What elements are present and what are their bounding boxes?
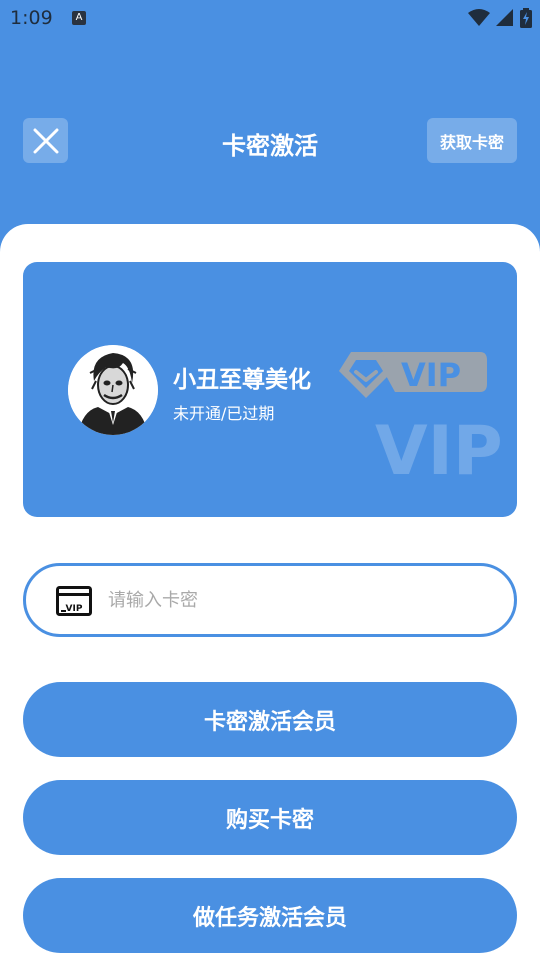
vip-card: 小丑至尊美化 未开通/已过期 VIP VIP bbox=[23, 262, 517, 517]
avatar bbox=[68, 345, 158, 435]
vip-card-icon-text: VIP bbox=[66, 604, 83, 614]
card-code-input[interactable] bbox=[108, 580, 488, 620]
content-sheet: 小丑至尊美化 未开通/已过期 VIP VIP VIP 请输入卡密 卡密激活会员 … bbox=[0, 224, 540, 960]
task-activate-button[interactable]: 做任务激活会员 bbox=[23, 878, 517, 953]
membership-status: 未开通/已过期 bbox=[173, 404, 275, 423]
card-code-field[interactable]: VIP bbox=[23, 563, 517, 637]
header: 卡密激活 获取卡密 bbox=[0, 100, 540, 184]
wifi-icon bbox=[468, 9, 490, 26]
vip-diamond-icon: VIP bbox=[339, 352, 487, 398]
buy-card-code-button[interactable]: 购买卡密 bbox=[23, 780, 517, 855]
activate-membership-button[interactable]: 卡密激活会员 bbox=[23, 682, 517, 757]
joker-avatar-icon bbox=[68, 345, 158, 435]
vip-card-icon: VIP bbox=[56, 586, 92, 620]
screen: 1:09 A 卡密激活 获取卡密 小丑至尊美化 未开通/已过期 VIP VIP … bbox=[0, 0, 540, 960]
vip-badge: VIP bbox=[335, 344, 490, 408]
cell-signal-icon bbox=[496, 9, 513, 26]
battery-charging-icon bbox=[520, 8, 532, 28]
user-name: 小丑至尊美化 bbox=[173, 367, 311, 393]
status-bar: 1:09 A bbox=[0, 0, 540, 36]
vip-watermark: VIP bbox=[375, 412, 503, 491]
notification-icon: A bbox=[72, 11, 86, 25]
get-card-button[interactable]: 获取卡密 bbox=[427, 118, 517, 163]
status-time: 1:09 bbox=[10, 7, 53, 29]
vip-badge-text: VIP bbox=[401, 356, 461, 394]
status-icons bbox=[468, 8, 532, 28]
